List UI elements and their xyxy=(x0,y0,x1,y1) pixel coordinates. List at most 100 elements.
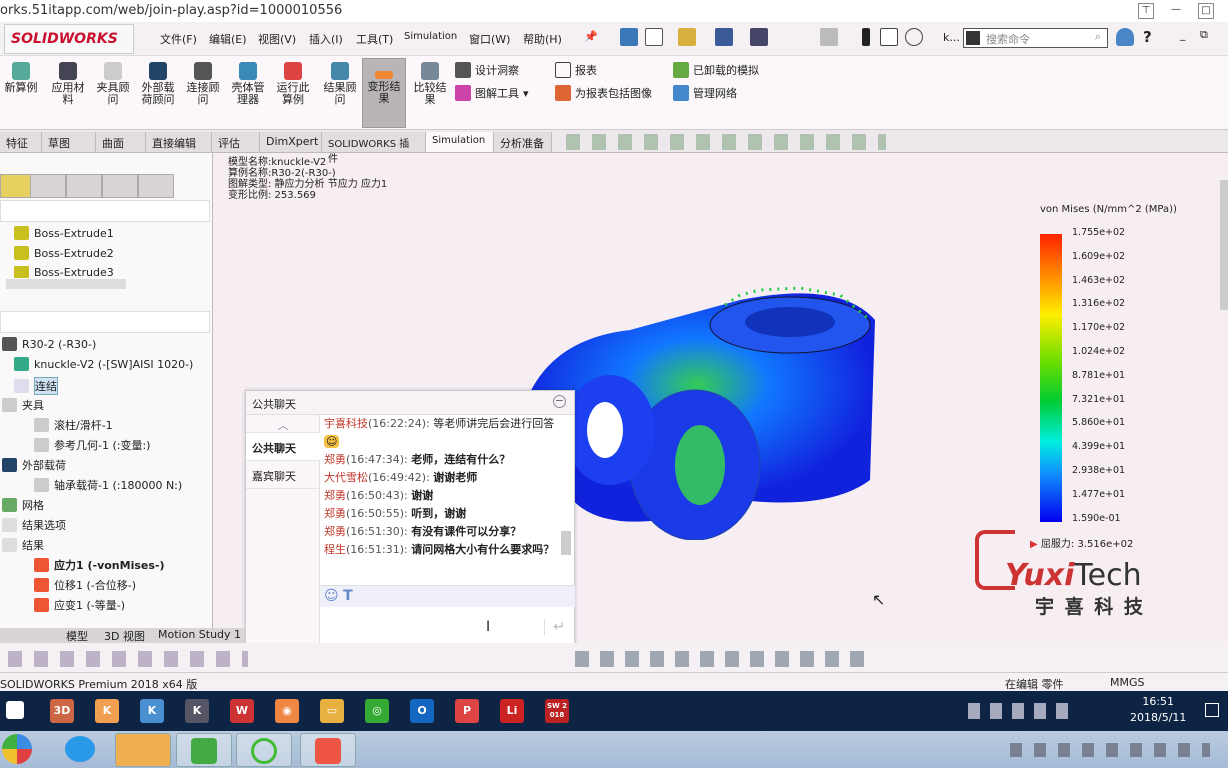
include-image-for-report-button[interactable]: 为报表包括图像 xyxy=(555,85,652,101)
plot-tools-button[interactable]: 图解工具 ▾ xyxy=(455,85,529,101)
report-button[interactable]: 报表 xyxy=(555,62,597,78)
deformed-result-button[interactable]: 变形结果 xyxy=(362,58,406,128)
rebuild-traffic-light-icon[interactable] xyxy=(862,28,870,46)
taskbar-app-wps[interactable]: W xyxy=(230,699,254,723)
results-advisor-button[interactable]: 结果顾问 xyxy=(320,62,360,106)
emoji-icon[interactable]: ☺ xyxy=(324,588,339,604)
taskbar-app-k[interactable]: K xyxy=(95,699,119,723)
taskbar-app-1[interactable] xyxy=(115,733,171,767)
pin-button[interactable]: ⊤ xyxy=(1138,3,1154,19)
compare-results-button[interactable]: 比较结果 xyxy=(410,62,450,106)
study-tree-item[interactable]: 应力1 (-vonMises-) xyxy=(34,557,165,573)
tab-guest-chat[interactable]: 嘉宾聊天 xyxy=(246,461,320,489)
taskbar-app-explorer[interactable]: ▭ xyxy=(320,699,344,723)
shell-manager-button[interactable]: 壳体管理器 xyxy=(228,62,268,106)
tab-features[interactable]: 特征 xyxy=(0,132,42,152)
run-study-button[interactable]: 运行此算例 xyxy=(273,62,313,106)
app-minimize-icon[interactable]: _ xyxy=(1180,28,1186,41)
print-icon[interactable] xyxy=(750,28,768,46)
taskbar-app-sw-2018[interactable]: SW 2018 xyxy=(545,699,569,723)
menu-help[interactable]: 帮助(H) xyxy=(523,31,562,47)
task-pane-tabs[interactable] xyxy=(1220,180,1228,310)
menu-view[interactable]: 视图(V) xyxy=(258,31,296,47)
connections-advisor-button[interactable]: 连接顾问 xyxy=(183,62,223,106)
chat-tabs-up-arrow[interactable]: ︿ xyxy=(246,415,320,433)
study-tree-item[interactable]: 夹具 xyxy=(2,397,44,413)
menu-file[interactable]: 文件(F) xyxy=(160,31,197,47)
tab-direct-edit[interactable]: 直接编辑 xyxy=(146,132,212,152)
study-tree-item[interactable]: 应变1 (-等量-) xyxy=(34,597,125,613)
study-tree-item[interactable]: 位移1 (-合位移-) xyxy=(34,577,136,593)
heads-up-view-toolbar[interactable] xyxy=(566,134,886,150)
study-tree-item[interactable]: 结果 xyxy=(2,537,44,553)
search-commands-input[interactable]: 搜索命令 ⌕ xyxy=(963,28,1108,48)
user-icon[interactable] xyxy=(1116,28,1134,46)
tray-icons[interactable] xyxy=(1010,743,1210,757)
study-tree-item[interactable]: 连结 xyxy=(14,377,58,395)
tab-evaluate[interactable]: 评估 xyxy=(212,132,260,152)
search-icon[interactable]: ⌕ xyxy=(1095,30,1101,44)
taskbar-app-k[interactable]: K xyxy=(185,699,209,723)
study-tree-item[interactable]: 结果选项 xyxy=(2,517,66,533)
configuration-manager-tab[interactable] xyxy=(66,174,102,198)
tab-model[interactable]: 模型 xyxy=(66,628,88,644)
tab-dimxpert[interactable]: DimXpert xyxy=(260,132,322,152)
browser-e-icon[interactable] xyxy=(236,733,292,767)
taskbar-app-live[interactable]: Li xyxy=(500,699,524,723)
apply-material-button[interactable]: 应用材料 xyxy=(48,62,88,106)
camtasia-green-icon[interactable] xyxy=(176,733,232,767)
k-button[interactable]: k... xyxy=(943,31,960,44)
options-gear-icon[interactable] xyxy=(905,28,923,46)
help-icon[interactable]: ? xyxy=(1143,28,1152,46)
font-format-icon[interactable]: T xyxy=(343,588,353,604)
tab-motion-study[interactable]: Motion Study 1 xyxy=(158,628,241,641)
pin-icon[interactable]: 📌 xyxy=(584,30,598,43)
select-cursor-icon[interactable] xyxy=(820,28,838,46)
menu-insert[interactable]: 插入(I) xyxy=(309,31,343,47)
tab-public-chat[interactable]: 公共聊天 xyxy=(246,433,320,461)
tab-sketch[interactable]: 草图 xyxy=(42,132,96,152)
display-manager-tab[interactable] xyxy=(138,174,174,198)
taskbar-app-chrome[interactable]: ◉ xyxy=(275,699,299,723)
tab-solidworks-addins[interactable]: SOLIDWORKS 插件 xyxy=(322,132,426,165)
solidworks-logo[interactable]: SOLIDWORKS xyxy=(4,24,134,54)
tree-item[interactable]: Boss-Extrude2 xyxy=(14,246,114,260)
tab-3d-views[interactable]: 3D 视图 xyxy=(104,628,145,644)
menu-window[interactable]: 窗口(W) xyxy=(469,31,510,47)
app-restore-icon[interactable]: ⧉ xyxy=(1200,28,1208,42)
tab-simulation[interactable]: Simulation xyxy=(426,132,494,152)
send-enter-icon[interactable]: ↵ xyxy=(544,619,565,635)
home-icon[interactable] xyxy=(620,28,638,46)
clock[interactable]: 16:51 2018/5/11 xyxy=(1130,694,1186,726)
taskbar-app-outlook[interactable]: O xyxy=(410,699,434,723)
start-orb-icon[interactable] xyxy=(2,734,32,764)
new-study-button[interactable]: 新算例 xyxy=(2,62,40,94)
unit-system[interactable]: MMGS xyxy=(1110,676,1145,689)
notifications-icon[interactable] xyxy=(1205,703,1219,717)
study-filter[interactable] xyxy=(0,311,210,333)
menu-edit[interactable]: 编辑(E) xyxy=(209,31,247,47)
manage-network-button[interactable]: 管理网络 xyxy=(673,85,737,101)
study-tree-item[interactable]: knuckle-V2 (-[SW]AISI 1020-) xyxy=(14,357,193,371)
study-tree-item[interactable]: 滚柱/滑杆-1 xyxy=(34,417,113,433)
taskbar-app-3d[interactable]: 3D xyxy=(50,699,74,723)
camtasia-red-icon[interactable] xyxy=(300,733,356,767)
windows-start-icon[interactable] xyxy=(6,701,24,719)
video-app-icon[interactable] xyxy=(65,736,95,762)
browser-url-bar[interactable]: orks.51itapp.com/web/join-play.asp?id=10… xyxy=(0,0,1228,22)
study-tree-item[interactable]: 网格 xyxy=(2,497,44,513)
taskbar-app-k[interactable]: K xyxy=(140,699,164,723)
horizontal-scrollbar[interactable] xyxy=(6,279,126,289)
external-loads-advisor-button[interactable]: 外部载荷顾问 xyxy=(138,62,178,106)
study-tree-item[interactable]: R30-2 (-R30-) xyxy=(2,337,96,351)
file-properties-icon[interactable] xyxy=(880,28,898,46)
taskbar-app-powerpoint[interactable]: P xyxy=(455,699,479,723)
chat-minimize-button[interactable]: − xyxy=(553,395,566,408)
maximize-button[interactable]: □ xyxy=(1198,3,1214,19)
menu-simulation[interactable]: Simulation xyxy=(404,31,457,42)
tree-item[interactable]: Boss-Extrude3 xyxy=(14,266,114,278)
minimize-button[interactable]: — xyxy=(1168,3,1184,19)
taskbar-app-wechat[interactable]: ◎ xyxy=(365,699,389,723)
offloaded-simulation-button[interactable]: 已卸载的模拟 xyxy=(673,62,759,78)
new-document-icon[interactable] xyxy=(645,28,663,46)
